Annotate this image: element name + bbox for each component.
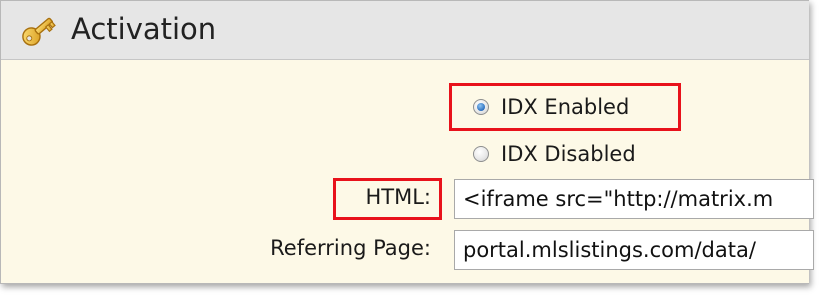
idx-disabled-radio[interactable]	[473, 146, 489, 162]
idx-disabled-label: IDX Disabled	[501, 142, 636, 166]
idx-disabled-option[interactable]: IDX Disabled	[473, 142, 636, 166]
idx-enabled-radio[interactable]	[473, 99, 489, 115]
idx-enabled-option[interactable]: IDX Enabled	[473, 95, 629, 119]
referring-page-input[interactable]: portal.mlslistings.com/data/	[454, 230, 814, 270]
section-title: Activation	[71, 12, 217, 46]
activation-panel: Activation IDX Enabled IDX Disabled HTML…	[0, 0, 814, 284]
idx-enabled-label: IDX Enabled	[501, 95, 630, 119]
section-header: Activation	[1, 1, 809, 60]
referring-page-label: Referring Page:	[270, 236, 431, 260]
key-icon	[22, 17, 56, 46]
html-field-label: HTML:	[365, 185, 431, 209]
html-input[interactable]: <iframe src="http://matrix.m	[454, 179, 814, 219]
